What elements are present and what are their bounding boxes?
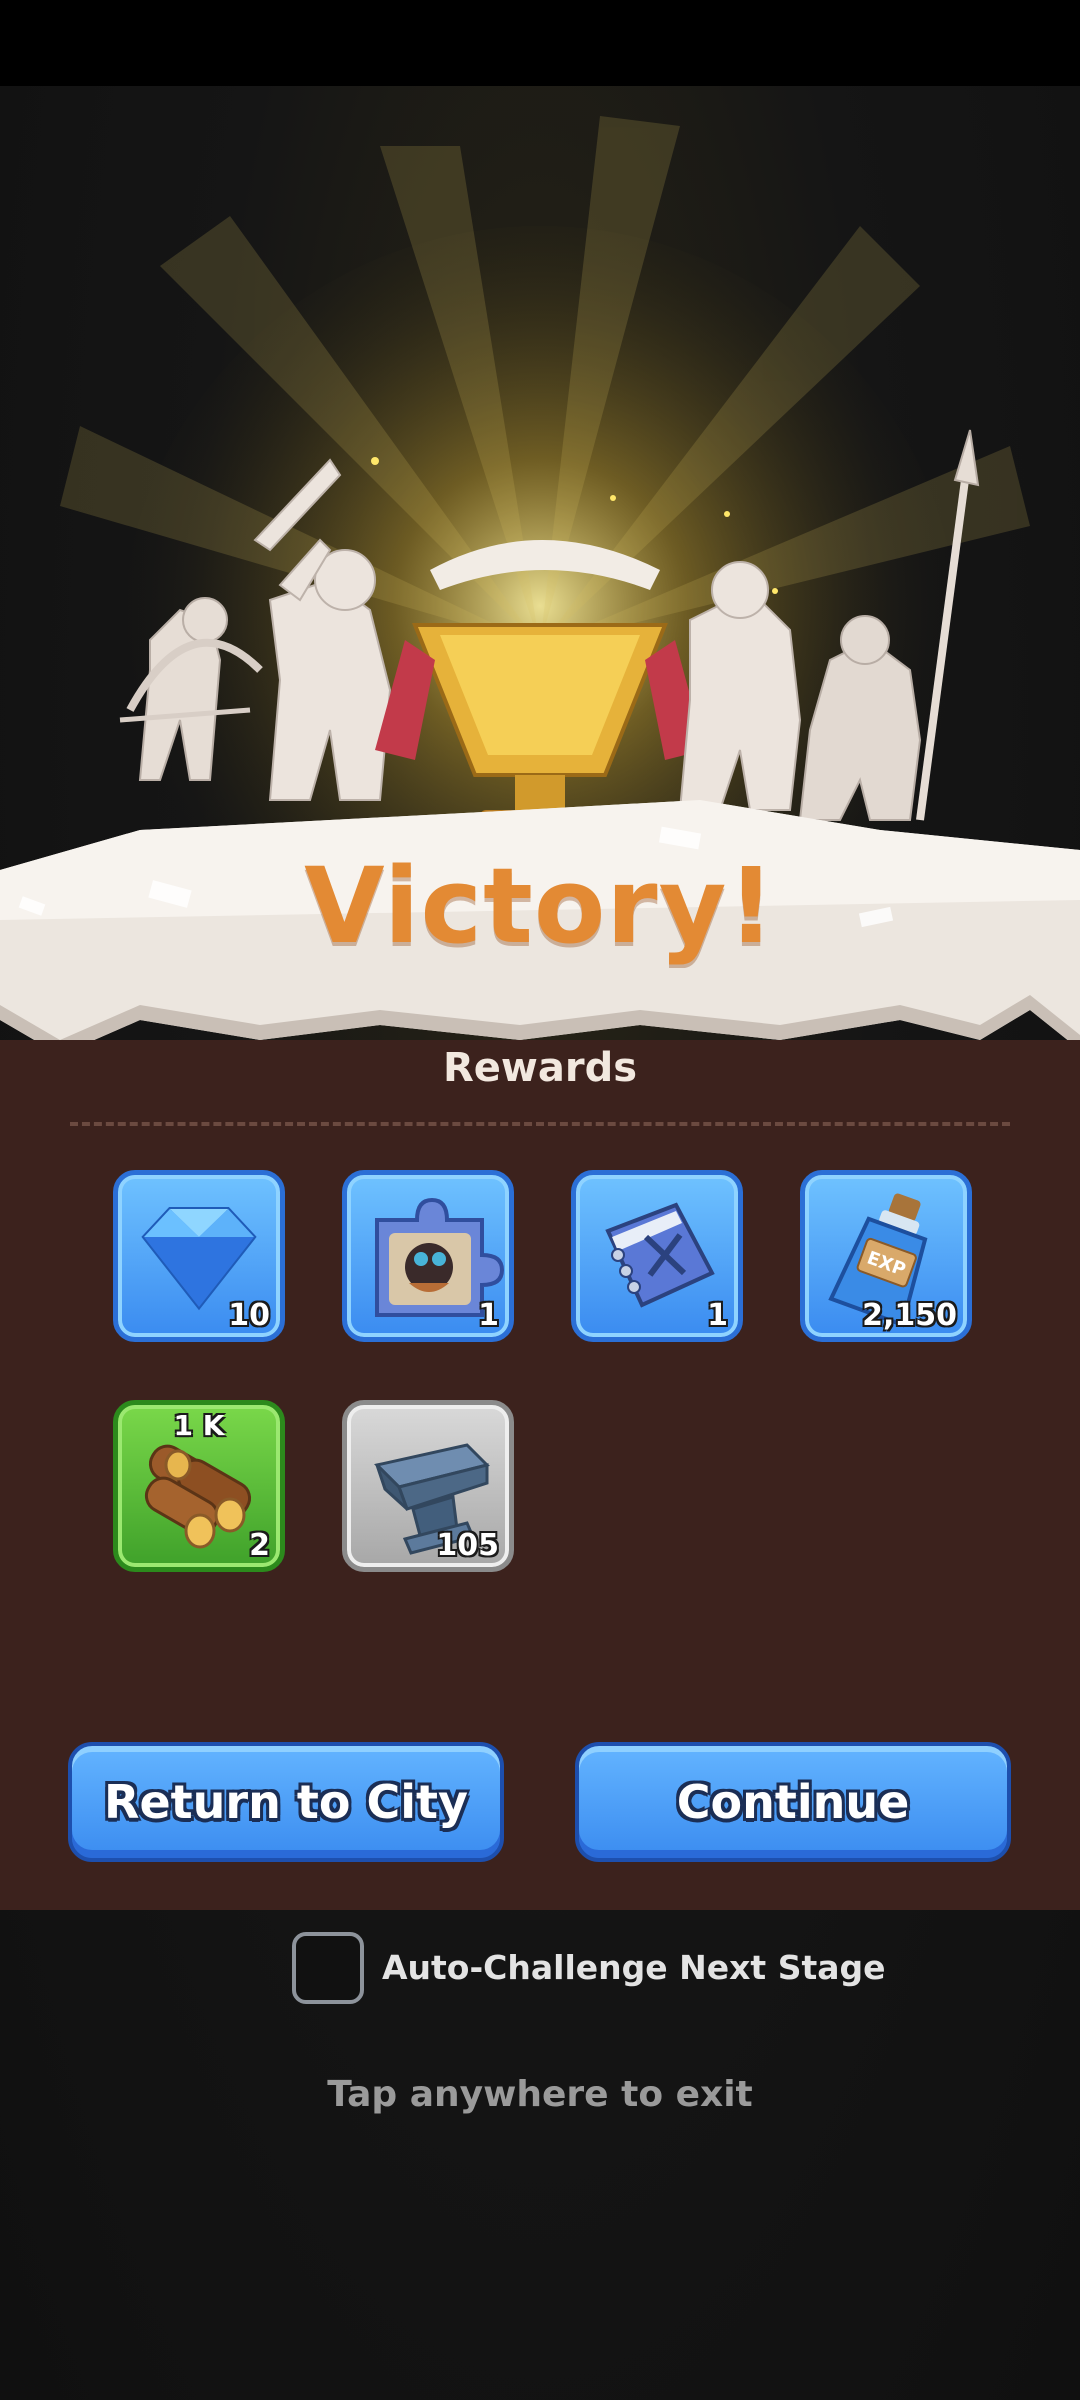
continue-button[interactable]: Continue: [575, 1742, 1011, 1862]
reward-item-iron[interactable]: 105: [342, 1400, 514, 1572]
reward-item-hero-shard[interactable]: 1: [342, 1170, 514, 1342]
auto-challenge-label: Auto-Challenge Next Stage: [382, 1948, 886, 1987]
reward-quantity: 1: [478, 1298, 499, 1333]
rewards-divider: [70, 1122, 1010, 1126]
reward-quantity: 1: [707, 1298, 728, 1333]
reward-amount-tag: 1 K: [173, 1409, 225, 1442]
reward-quantity: 10: [228, 1298, 270, 1333]
reward-quantity: 2,150: [862, 1298, 957, 1333]
status-bar: [0, 0, 1080, 86]
reward-item-exp-potion[interactable]: EXP 2,150: [800, 1170, 972, 1342]
reward-quantity: 105: [436, 1528, 499, 1563]
rewards-title: Rewards: [442, 1045, 638, 1091]
victory-screen[interactable]: Victory! Rewards 10 1 1 EXP 2,150 1 K 2 …: [0, 0, 1080, 2400]
auto-challenge-checkbox[interactable]: [292, 1932, 364, 2004]
return-to-city-button[interactable]: Return to City: [68, 1742, 504, 1862]
tap-to-exit-hint: Tap anywhere to exit: [327, 2074, 753, 2115]
reward-item-diamond[interactable]: 10: [113, 1170, 285, 1342]
reward-item-wood[interactable]: 1 K 2: [113, 1400, 285, 1572]
victory-title: Victory!: [304, 845, 776, 967]
reward-item-skill-book[interactable]: 1: [571, 1170, 743, 1342]
reward-quantity: 2: [249, 1528, 270, 1563]
